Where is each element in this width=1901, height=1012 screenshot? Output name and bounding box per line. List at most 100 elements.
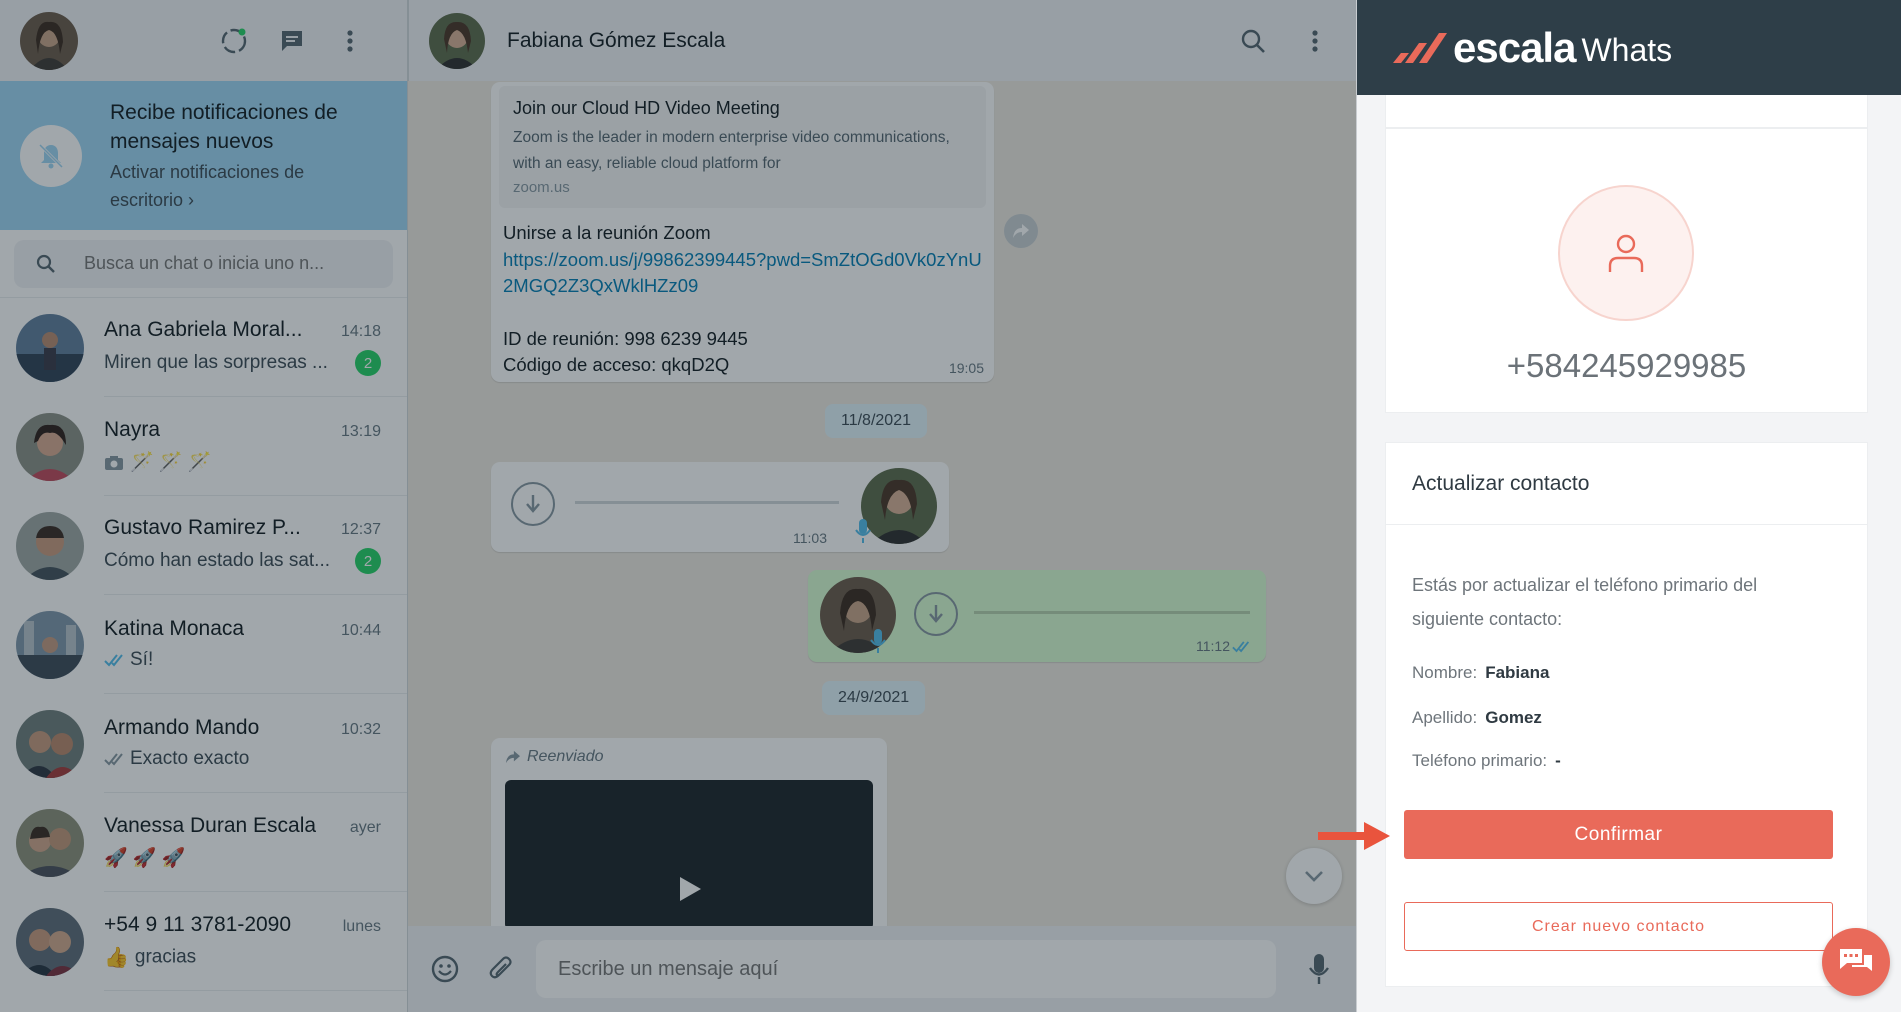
chat-item[interactable]: Ana Gabriela Moral... 14:18 Miren que las…: [0, 298, 407, 397]
chat-name: Gustavo Ramirez P...: [104, 516, 301, 539]
link-preview-domain: zoom.us: [513, 179, 570, 196]
link-preview[interactable]: Join our Cloud HD Video Meeting Zoom is …: [499, 86, 986, 208]
voice-message-incoming[interactable]: 11:03: [491, 462, 949, 552]
search-bar: [0, 230, 407, 298]
search-icon: [36, 254, 56, 274]
chat-preview: gracias: [134, 946, 197, 968]
user-placeholder-icon: [1558, 185, 1694, 321]
message-bubble-incoming[interactable]: Join our Cloud HD Video Meeting Zoom is …: [491, 82, 994, 382]
sender-avatar: [861, 468, 937, 544]
zoom-link[interactable]: https://zoom.us/j/99862399445?pwd=SmZtOG…: [503, 247, 983, 300]
camera-icon: [104, 455, 124, 471]
contact-avatar: [16, 709, 84, 778]
scroll-down-button[interactable]: [1286, 848, 1342, 904]
chat-preview-wrap: 🪄 🪄 🪄: [104, 450, 212, 474]
chat-preview: Sí!: [130, 649, 154, 670]
update-contact-card: Actualizar contacto Estás por actualizar…: [1385, 442, 1868, 987]
menu-icon[interactable]: [335, 26, 365, 56]
chat-pane: Fabiana Gómez Escala Join our Cloud HD V…: [408, 0, 1356, 1012]
double-check-read-icon: [104, 653, 126, 667]
chat-time: 10:44: [340, 622, 381, 639]
desktop-notification-banner[interactable]: Recibe notificaciones de mensajes nuevos…: [0, 81, 407, 230]
chat-preview: 🚀 🚀 🚀: [104, 848, 186, 869]
chat-name: Armando Mando: [104, 716, 260, 739]
chat-item[interactable]: Vanessa Duran Escala ayer 🚀 🚀 🚀: [0, 793, 407, 892]
forwarded-video-message[interactable]: Reenviado: [491, 738, 887, 938]
emoji-icon[interactable]: [430, 954, 460, 984]
field-value: -: [1555, 751, 1561, 770]
menu-icon[interactable]: [1300, 26, 1330, 56]
status-icon[interactable]: [219, 26, 249, 56]
chat-name: Ana Gabriela Moral...: [104, 318, 303, 341]
unread-badge: 2: [355, 548, 381, 574]
field-nombre: Nombre: Fabiana: [1412, 663, 1549, 683]
chat-time: 14:18: [340, 323, 381, 340]
video-thumbnail[interactable]: [505, 780, 873, 930]
date-divider: 24/9/2021: [822, 681, 926, 715]
panel-header: escala Whats: [1357, 0, 1901, 95]
chat-preview-wrap: 👍 gracias: [104, 945, 196, 970]
new-chat-icon[interactable]: [277, 26, 307, 56]
meeting-id: ID de reunión: 998 6239 9445: [503, 327, 748, 349]
chat-preview: 🪄 🪄 🪄: [130, 452, 212, 473]
message-text: Unirse a la reunión Zoom: [503, 222, 711, 243]
attach-icon[interactable]: [486, 954, 516, 984]
chat-preview: Cómo han estado las sat...: [104, 550, 331, 571]
audio-progress-track[interactable]: [575, 501, 839, 504]
support-chat-button[interactable]: [1822, 928, 1890, 996]
link-preview-title: Join our Cloud HD Video Meeting: [513, 98, 780, 118]
forwarded-label: Reenviado: [527, 748, 604, 765]
chat-item[interactable]: Armando Mando 10:32 Exacto exacto: [0, 694, 407, 793]
double-check-icon: [104, 752, 126, 766]
link-preview-description: Zoom is the leader in modern enterprise …: [513, 129, 950, 172]
panel-top-strip: [1385, 95, 1868, 128]
download-icon[interactable]: [511, 482, 555, 526]
notification-title: Recibe notificaciones de mensajes nuevos: [110, 100, 338, 153]
contact-avatar: [16, 313, 84, 382]
download-icon[interactable]: [914, 592, 958, 636]
thumbs-up-icon: 👍: [104, 946, 129, 969]
chat-item[interactable]: Katina Monaca 10:44 Sí!: [0, 595, 407, 694]
chat-time: ayer: [349, 819, 381, 836]
brand-name: escala: [1453, 23, 1576, 71]
chat-item[interactable]: Nayra 13:19 🪄 🪄 🪄: [0, 397, 407, 496]
sidebar-header: [0, 0, 407, 81]
chat-preview-wrap: Sí!: [104, 649, 153, 671]
message-time: 11:12: [1196, 638, 1230, 654]
chat-name: Nayra: [104, 418, 161, 441]
create-new-contact-button[interactable]: Crear nuevo contacto: [1404, 902, 1833, 951]
enable-notifications-link[interactable]: Activar notificaciones de escritorio ›: [110, 158, 350, 214]
contact-avatar: [16, 610, 84, 679]
chat-item[interactable]: +54 9 11 3781-2090 lunes 👍 gracias: [0, 892, 407, 991]
audio-progress-track[interactable]: [974, 611, 1250, 614]
voice-message-outgoing[interactable]: 11:12: [808, 570, 1266, 662]
my-avatar[interactable]: [20, 11, 78, 70]
contact-avatar[interactable]: [429, 12, 485, 69]
microphone-icon: [855, 518, 871, 544]
chat-preview: Exacto exacto: [130, 748, 250, 769]
play-icon[interactable]: [677, 875, 703, 903]
chat-time: lunes: [342, 917, 381, 935]
date-divider: 11/8/2021: [825, 404, 927, 438]
message-input[interactable]: [536, 940, 1276, 998]
forward-icon[interactable]: [1004, 214, 1038, 248]
contact-profile-card: +584245929985: [1385, 128, 1868, 413]
search-input[interactable]: [84, 253, 364, 274]
bell-off-icon: [20, 124, 82, 187]
contact-avatar: [16, 808, 84, 877]
confirm-button[interactable]: Confirmar: [1404, 810, 1833, 859]
message-time: 11:03: [793, 530, 827, 546]
access-code: Código de acceso: qkqD2Q: [503, 354, 730, 375]
chat-name: Katina Monaca: [104, 617, 245, 640]
microphone-icon[interactable]: [1304, 954, 1334, 984]
message-composer: [408, 926, 1356, 1012]
field-label: Nombre:: [1412, 663, 1478, 682]
chat-list: Ana Gabriela Moral... 14:18 Miren que las…: [0, 298, 407, 991]
contact-name: Fabiana Gómez Escala: [507, 28, 726, 52]
chat-header[interactable]: Fabiana Gómez Escala: [408, 0, 1356, 81]
search-icon[interactable]: [1238, 26, 1268, 56]
chat-preview-wrap: Exacto exacto: [104, 748, 249, 770]
chat-name: +54 9 11 3781-2090: [104, 912, 292, 936]
chat-item[interactable]: Gustavo Ramirez P... 12:37 Cómo han estad…: [0, 496, 407, 595]
contact-phone: +584245929985: [1506, 347, 1747, 384]
